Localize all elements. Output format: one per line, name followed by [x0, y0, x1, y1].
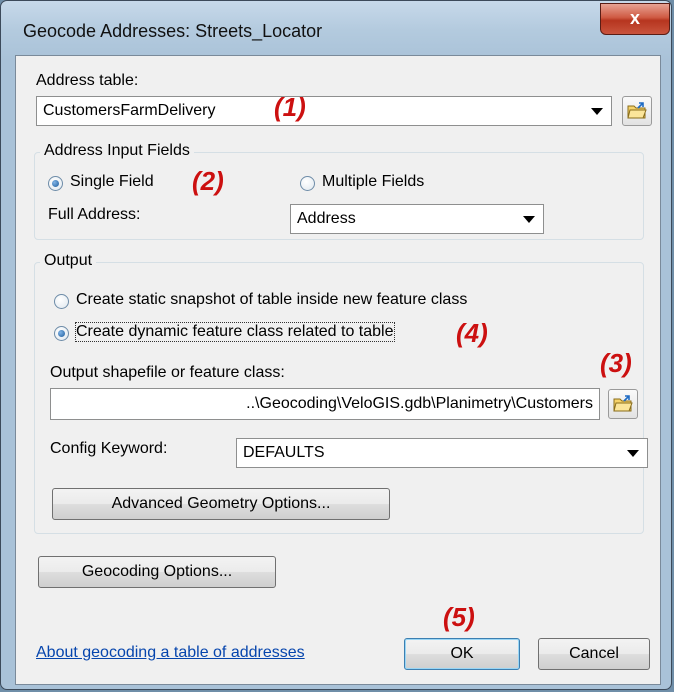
address-table-browse-button[interactable]	[622, 96, 652, 126]
address-input-fields-title: Address Input Fields	[40, 142, 194, 160]
full-address-label: Full Address:	[48, 206, 141, 223]
annotation-4: (4)	[456, 318, 488, 348]
close-button[interactable]: x	[600, 3, 670, 35]
annotation-3: (3)	[600, 348, 632, 378]
chevron-down-icon	[591, 108, 603, 115]
dynamic-feature-label: Create dynamic feature class related to …	[75, 322, 395, 342]
chevron-down-icon	[627, 450, 639, 457]
single-field-radio[interactable]	[48, 176, 63, 191]
output-shapefile-label: Output shapefile or feature class:	[50, 364, 285, 381]
config-keyword-dropdown[interactable]: DEFAULTS	[236, 438, 648, 468]
dynamic-feature-radio[interactable]	[54, 326, 69, 341]
full-address-value: Address	[297, 210, 356, 227]
chevron-down-icon	[523, 216, 535, 223]
output-shapefile-browse-button[interactable]	[608, 389, 638, 419]
folder-open-icon	[613, 395, 633, 412]
multiple-fields-radio[interactable]	[300, 176, 315, 191]
address-table-dropdown[interactable]: CustomersFarmDelivery	[36, 96, 612, 126]
full-address-dropdown[interactable]: Address	[290, 204, 544, 234]
address-table-label: Address table:	[36, 72, 139, 89]
close-icon: x	[629, 8, 640, 28]
single-field-label: Single Field	[70, 173, 154, 190]
static-snapshot-radio[interactable]	[54, 294, 69, 309]
ok-button[interactable]: OK	[404, 638, 520, 670]
cancel-button[interactable]: Cancel	[538, 638, 650, 670]
about-geocoding-link[interactable]: About geocoding a table of addresses	[36, 644, 305, 662]
dialog-window: Geocode Addresses: Streets_Locator x Add…	[0, 0, 672, 690]
folder-open-icon	[627, 102, 647, 119]
static-snapshot-label: Create static snapshot of table inside n…	[76, 291, 468, 308]
annotation-2: (2)	[192, 166, 224, 196]
output-title: Output	[40, 252, 97, 270]
window-title: Geocode Addresses: Streets_Locator	[23, 21, 323, 41]
annotation-1: (1)	[274, 92, 306, 122]
config-keyword-value: DEFAULTS	[243, 444, 325, 461]
annotation-5: (5)	[443, 602, 475, 632]
output-shapefile-input[interactable]: ..\Geocoding\VeloGIS.gdb\Planimetry\Cust…	[50, 388, 600, 420]
multiple-fields-label: Multiple Fields	[322, 173, 425, 190]
dialog-client-area: Address table: CustomersFarmDelivery (1)…	[15, 55, 661, 685]
geocoding-options-button[interactable]: Geocoding Options...	[38, 556, 276, 588]
advanced-geometry-options-button[interactable]: Advanced Geometry Options...	[52, 488, 390, 520]
address-table-value: CustomersFarmDelivery	[43, 102, 216, 119]
config-keyword-label: Config Keyword:	[50, 440, 168, 457]
